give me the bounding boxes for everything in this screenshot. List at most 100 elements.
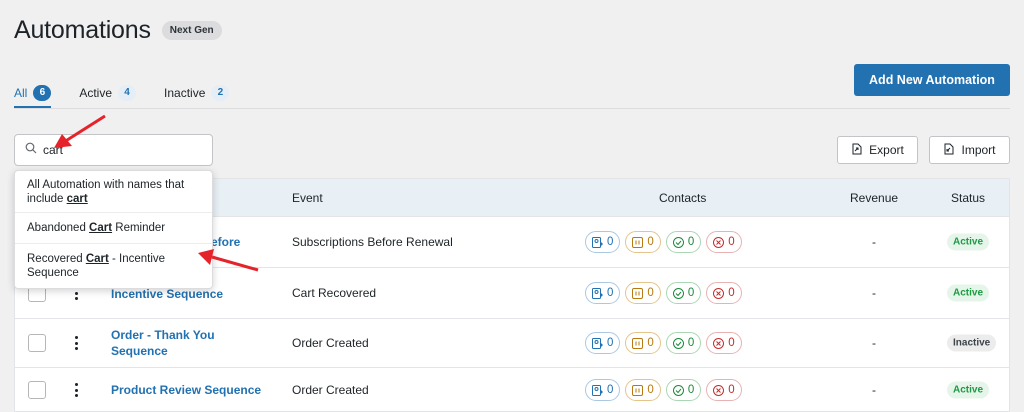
pause-icon <box>632 337 644 349</box>
paused-contacts-pill[interactable]: 0 <box>625 231 661 253</box>
column-contacts: Contacts <box>659 191 707 205</box>
paused-contacts-pill[interactable]: 0 <box>625 282 661 304</box>
tab-all-count: 6 <box>33 85 52 101</box>
search-suggestions-dropdown: All Automation with names that include c… <box>14 170 213 289</box>
failed-count: 0 <box>728 384 735 396</box>
row-checkbox[interactable] <box>28 381 46 399</box>
suggestion-item[interactable]: Abandoned Cart Reminder <box>15 213 212 244</box>
contacts-cell: 0 0 0 0 <box>585 332 742 354</box>
contacts-cell: 0 0 0 0 <box>585 231 742 253</box>
column-event: Event <box>292 191 323 205</box>
tab-all[interactable]: All 6 <box>14 78 52 108</box>
completed-count: 0 <box>687 337 695 349</box>
failed-count: 0 <box>728 287 735 299</box>
contacts-active-icon <box>592 236 603 248</box>
paused-count: 0 <box>647 384 654 396</box>
check-circle-icon <box>672 287 684 299</box>
suggestion-all-term: cart <box>66 193 88 205</box>
pause-icon <box>632 236 644 248</box>
search-icon <box>25 141 37 159</box>
status-tabs: All 6 Active 4 Inactive 2 <box>14 78 257 108</box>
tabs-divider <box>14 108 1010 109</box>
import-button[interactable]: Import <box>929 136 1010 164</box>
check-circle-icon <box>672 384 684 396</box>
next-gen-badge: Next Gen <box>161 21 222 40</box>
suggestion-item[interactable]: Recovered Cart - Incentive Sequence <box>15 244 212 288</box>
contacts-cell: 0 0 0 0 <box>585 379 742 401</box>
row-actions-icon[interactable] <box>73 336 79 350</box>
tab-all-label: All <box>14 86 28 100</box>
suggestion-text: Abandoned <box>27 222 90 234</box>
page-title: Automations <box>14 16 151 44</box>
automation-name-link[interactable]: Order - Thank You Sequence <box>111 327 231 359</box>
suggestion-match: Cart <box>89 222 113 234</box>
active-count: 0 <box>607 337 614 349</box>
failed-contacts-pill[interactable]: 0 <box>706 231 742 253</box>
failed-count: 0 <box>728 236 735 248</box>
tab-active[interactable]: Active 4 <box>79 78 137 108</box>
import-icon <box>943 143 961 158</box>
annotation-arrow-suggestion <box>198 249 259 272</box>
add-new-automation-button[interactable]: Add New Automation <box>854 64 1010 96</box>
check-circle-icon <box>672 337 684 349</box>
status-badge: Active <box>947 381 990 399</box>
suggestion-text: Recovered <box>27 253 86 265</box>
contacts-cell: 0 0 0 0 <box>585 282 742 304</box>
event-cell: Cart Recovered <box>292 286 377 300</box>
completed-contacts-pill[interactable]: 0 <box>665 282 702 304</box>
export-icon <box>851 143 869 158</box>
table-row: Product Review Sequence Order Created 0 … <box>15 368 1009 412</box>
completed-contacts-pill[interactable]: 0 <box>665 332 702 354</box>
completed-count: 0 <box>687 236 695 248</box>
export-button[interactable]: Export <box>837 136 918 164</box>
active-contacts-pill[interactable]: 0 <box>585 332 621 354</box>
annotation-arrow-search <box>54 114 106 148</box>
revenue-cell: - <box>872 336 876 350</box>
contacts-active-icon <box>592 337 603 349</box>
suggestion-all-matching[interactable]: All Automation with names that include c… <box>15 171 212 213</box>
completed-count: 0 <box>687 384 695 396</box>
failed-contacts-pill[interactable]: 0 <box>706 332 742 354</box>
active-contacts-pill[interactable]: 0 <box>585 231 621 253</box>
tab-active-label: Active <box>79 86 113 100</box>
paused-contacts-pill[interactable]: 0 <box>625 332 661 354</box>
paused-count: 0 <box>647 287 654 299</box>
active-contacts-pill[interactable]: 0 <box>585 379 621 401</box>
revenue-cell: - <box>872 383 876 397</box>
completed-contacts-pill[interactable]: 0 <box>665 231 702 253</box>
import-label: Import <box>961 143 996 157</box>
suggestion-all-prefix: All Automation with names that include <box>27 179 185 205</box>
event-cell: Order Created <box>292 336 369 350</box>
completed-count: 0 <box>687 287 695 299</box>
active-count: 0 <box>607 384 614 396</box>
event-cell: Order Created <box>292 383 369 397</box>
failed-contacts-pill[interactable]: 0 <box>706 282 742 304</box>
row-actions-icon[interactable] <box>73 383 79 397</box>
check-circle-icon <box>672 236 684 248</box>
automation-name-link[interactable]: Product Review Sequence <box>111 382 281 398</box>
active-count: 0 <box>607 287 614 299</box>
status-badge: Active <box>947 233 990 251</box>
search-box[interactable] <box>14 134 213 166</box>
failed-contacts-pill[interactable]: 0 <box>706 379 742 401</box>
x-circle-icon <box>713 384 725 396</box>
paused-contacts-pill[interactable]: 0 <box>625 379 661 401</box>
contacts-active-icon <box>592 384 603 396</box>
status-badge: Inactive <box>947 334 997 352</box>
row-checkbox[interactable] <box>28 334 46 352</box>
completed-contacts-pill[interactable]: 0 <box>665 379 702 401</box>
tab-inactive[interactable]: Inactive 2 <box>164 78 230 108</box>
paused-count: 0 <box>647 236 654 248</box>
active-contacts-pill[interactable]: 0 <box>585 282 621 304</box>
column-revenue: Revenue <box>850 191 899 205</box>
active-count: 0 <box>607 236 614 248</box>
x-circle-icon <box>713 236 725 248</box>
column-status: Status <box>951 191 986 205</box>
suggestion-text: Reminder <box>112 222 166 234</box>
pause-icon <box>632 384 644 396</box>
revenue-cell: - <box>872 286 876 300</box>
export-label: Export <box>869 143 904 157</box>
paused-count: 0 <box>647 337 654 349</box>
page-header: Automations Next Gen <box>14 16 222 45</box>
pause-icon <box>632 287 644 299</box>
